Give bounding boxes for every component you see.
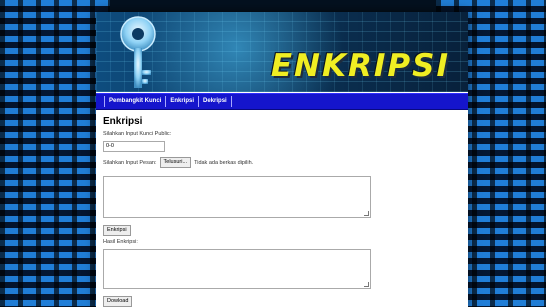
key-icon [120,16,156,88]
main-content: Enkripsi Silahkan Input Kunci Public: 0-… [103,116,461,307]
message-row: Silahkan Input Pesan: Telusuri... Tidak … [103,157,461,168]
message-textarea[interactable] [103,176,371,218]
page-heading: Enkripsi [103,116,143,127]
file-status-text: Tidak ada berkas dipilih. [194,159,254,166]
header-banner: ENKRIPSI [96,12,468,92]
result-label: Hasil Enkripsi: [103,239,138,245]
banner-title: ENKRIPSI [270,48,450,84]
resize-grip-icon[interactable] [364,211,369,216]
nav-item-enkripsi[interactable]: Enkripsi [165,96,198,107]
message-label: Silahkan Input Pesan: [103,159,157,166]
public-key-label: Silahkan Input Kunci Public: [103,131,172,137]
resize-grip-icon[interactable] [364,282,369,287]
encrypt-button[interactable]: Enkripsi [103,225,131,236]
result-textarea[interactable] [103,249,371,289]
file-browse-button[interactable]: Telusuri... [159,157,192,168]
nav-item-pembangkit-kunci[interactable]: Pembangkit Kunci [104,96,165,107]
background-overlay-left [0,0,110,307]
nav-bar: Pembangkit Kunci Enkripsi Dekripsi [96,93,468,110]
public-key-input[interactable]: 0-0 [103,141,165,152]
page-container: ENKRIPSI Pembangkit Kunci Enkripsi Dekri… [96,12,468,307]
download-button[interactable]: Dowload [103,296,133,307]
nav-item-dekripsi[interactable]: Dekripsi [198,96,232,107]
